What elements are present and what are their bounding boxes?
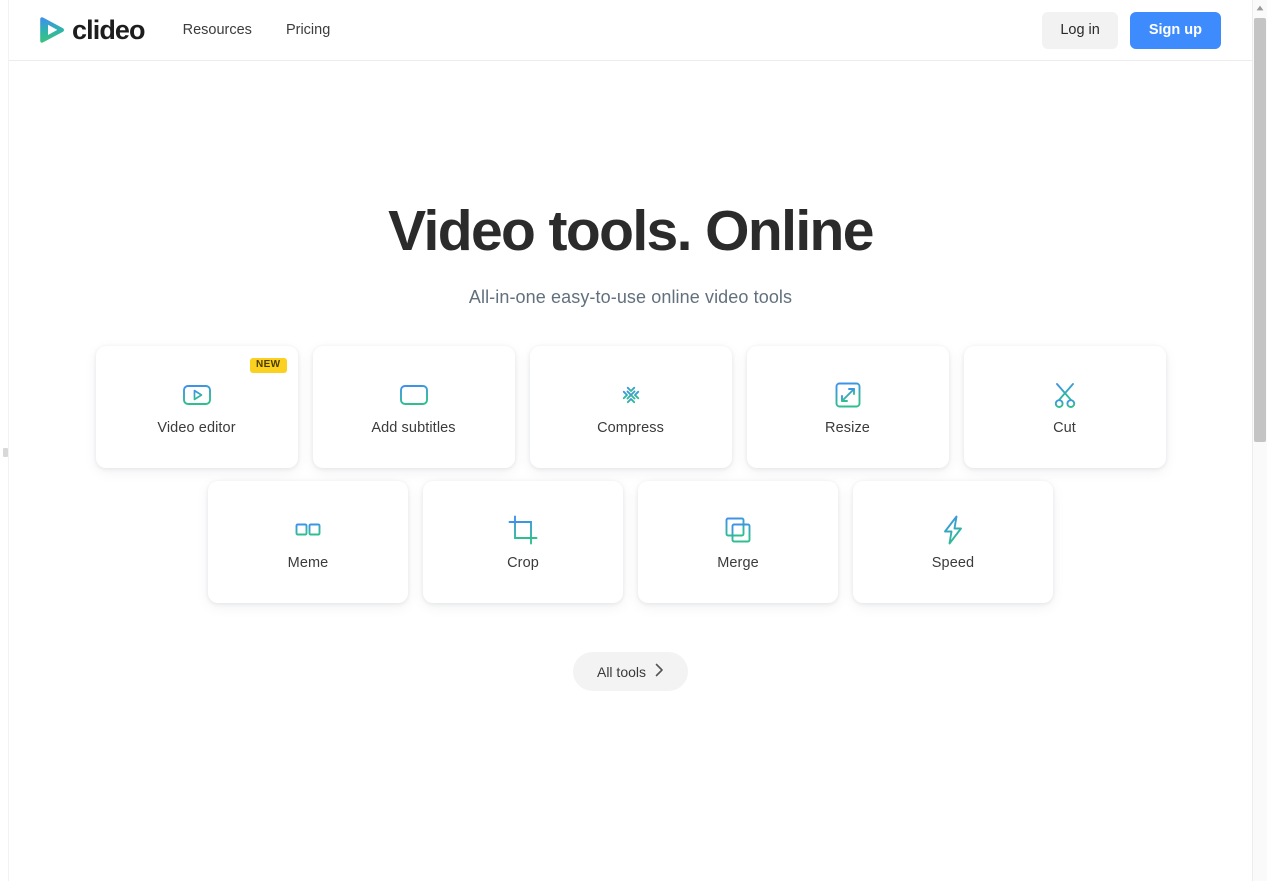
signup-button[interactable]: Sign up — [1129, 11, 1221, 49]
logo-text: clideo — [72, 14, 146, 45]
hero-section: Video tools. Online All-in-one easy-to-u… — [9, 62, 1252, 308]
all-tools-label: All tools — [596, 663, 647, 680]
page-viewport: clideo Resources Pricing Log in Sign up … — [0, 0, 1252, 881]
all-tools-section: All tools — [9, 652, 1252, 691]
header-actions: Log in Sign up — [1042, 11, 1221, 49]
tool-card-compress[interactable]: Compress — [529, 346, 732, 468]
tool-card-speed[interactable]: Speed — [853, 481, 1053, 603]
nav-link-resources[interactable]: Resources — [183, 22, 252, 38]
tool-card-resize[interactable]: Resize — [746, 346, 949, 468]
scrollbar-thumb[interactable] — [1254, 18, 1266, 442]
cut-scissors-icon — [1048, 378, 1082, 420]
tools-row-2: Meme Crop Merge Speed — [9, 481, 1252, 603]
chevron-right-icon — [655, 663, 664, 680]
status-badge: NEW — [249, 358, 287, 373]
speed-lightning-icon — [936, 513, 970, 555]
tool-label: Merge — [717, 555, 759, 571]
merge-icon — [721, 513, 755, 555]
clideo-play-logo-icon — [37, 15, 67, 45]
video-editor-icon — [180, 378, 214, 420]
page-subtitle: All-in-one easy-to-use online video tool… — [468, 286, 793, 307]
tool-label: Speed — [931, 555, 975, 571]
page-edge-mark — [3, 448, 8, 457]
all-tools-button[interactable]: All tools — [572, 652, 689, 691]
tool-card-video-editor[interactable]: NEW Video editor — [95, 346, 298, 468]
tool-card-cut[interactable]: Cut — [963, 346, 1166, 468]
tools-grid: NEW Video editor Add subtitles Compress … — [9, 346, 1252, 603]
tool-label: Compress — [597, 420, 664, 436]
nav-link-pricing[interactable]: Pricing — [286, 22, 330, 38]
crop-icon — [506, 513, 540, 555]
scroll-up-arrow-icon[interactable] — [1253, 0, 1267, 16]
tool-label: Crop — [507, 555, 539, 571]
tools-row-1: NEW Video editor Add subtitles Compress … — [9, 346, 1252, 468]
compress-icon — [614, 378, 648, 420]
site-header: clideo Resources Pricing Log in Sign up — [9, 0, 1252, 61]
vertical-scrollbar[interactable] — [1252, 0, 1267, 881]
logo[interactable]: clideo — [37, 14, 146, 45]
page-title: Video tools. Online — [388, 199, 874, 263]
tool-label: Cut — [1053, 420, 1076, 436]
add-subtitles-icon — [397, 378, 431, 420]
tool-card-merge[interactable]: Merge — [638, 481, 838, 603]
main-nav: Resources Pricing — [183, 22, 331, 38]
tool-label: Video editor — [157, 420, 236, 436]
tool-label: Add subtitles — [371, 420, 456, 436]
tool-card-meme[interactable]: Meme — [208, 481, 408, 603]
tool-label: Meme — [287, 555, 329, 571]
resize-icon — [831, 378, 865, 420]
tool-card-crop[interactable]: Crop — [423, 481, 623, 603]
login-button[interactable]: Log in — [1042, 11, 1118, 49]
tool-label: Resize — [825, 420, 870, 436]
meme-icon — [291, 513, 325, 555]
tool-card-add-subtitles[interactable]: Add subtitles — [312, 346, 515, 468]
